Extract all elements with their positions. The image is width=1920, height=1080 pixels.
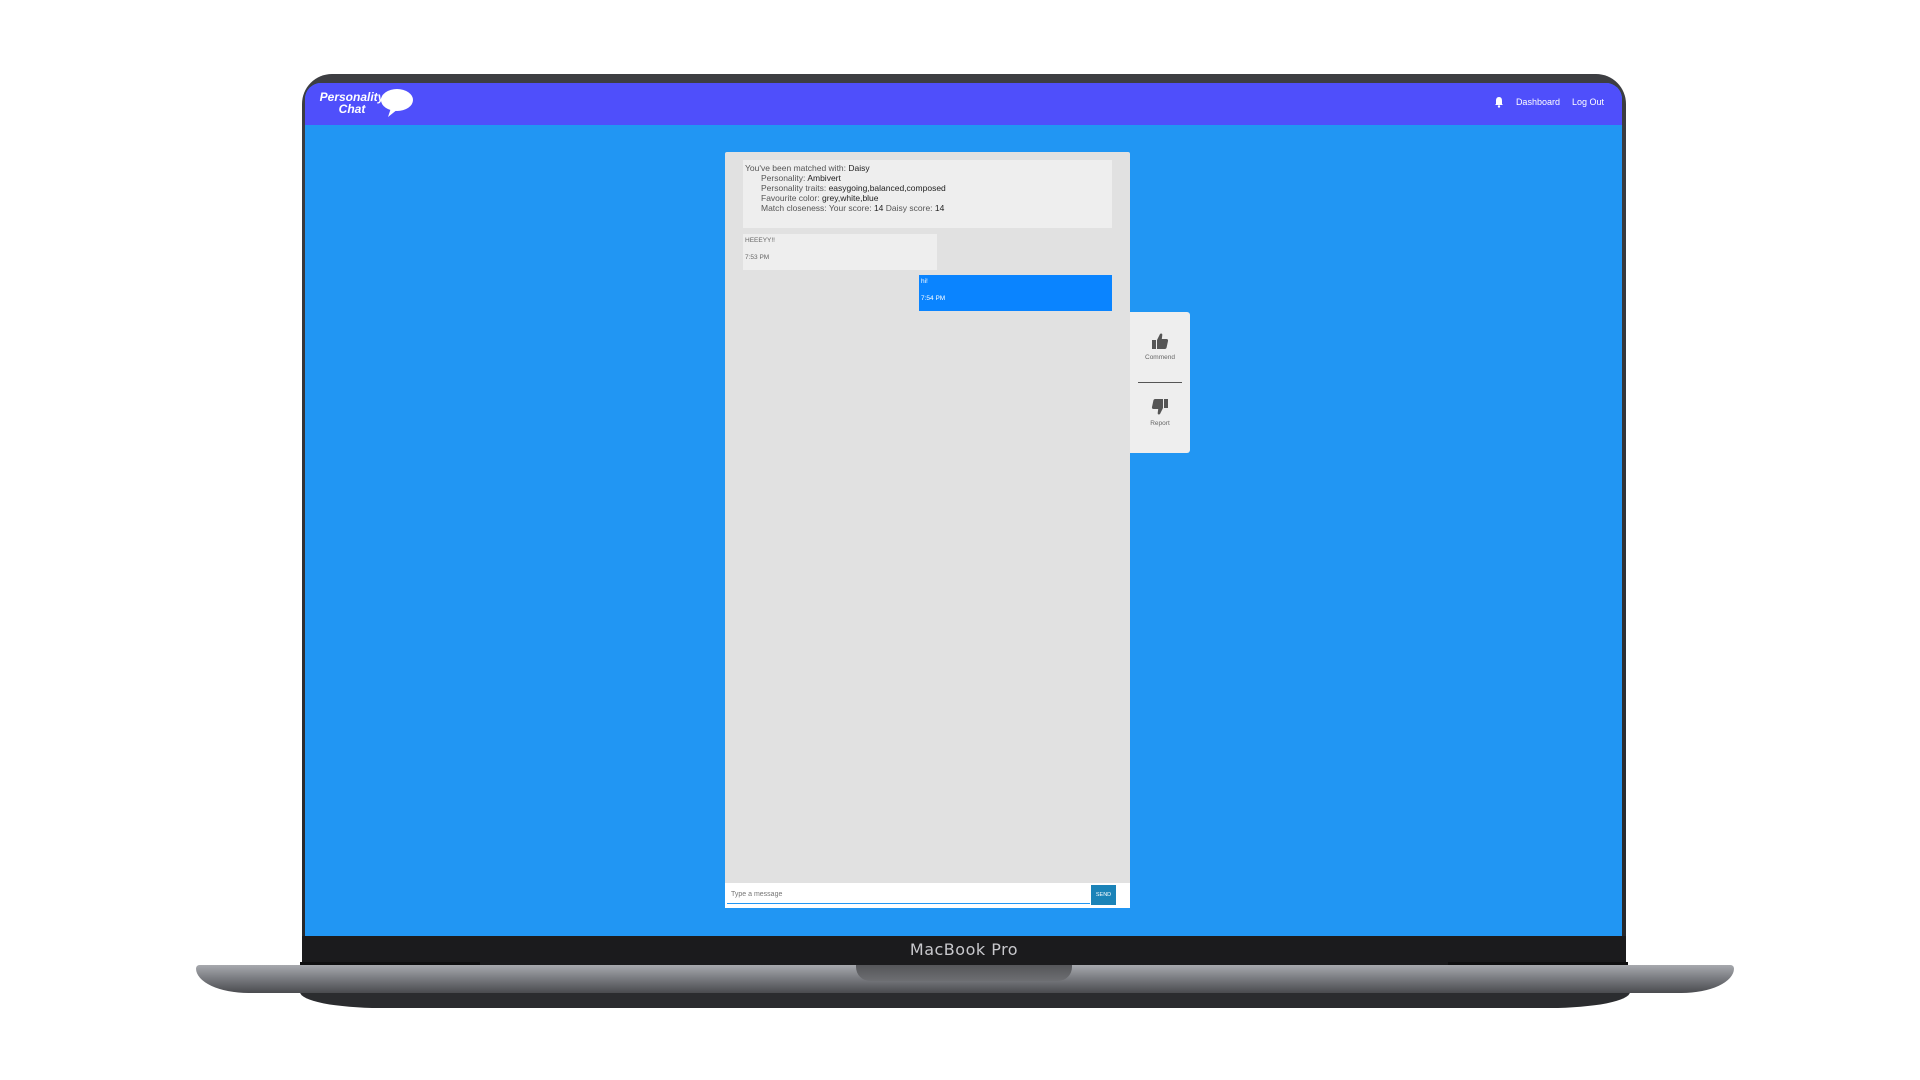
match-intro-line: You've been matched with: Daisy [745, 163, 870, 173]
commend-label: Commend [1145, 354, 1175, 361]
message-outgoing: hi! 7:54 PM [919, 275, 1112, 311]
match-intro: You've been matched with: [745, 163, 847, 173]
message-time: 7:53 PM [745, 254, 770, 261]
nav-links: Dashboard Log Out [1494, 96, 1604, 108]
bell-icon[interactable] [1494, 96, 1504, 108]
traits-value: easygoing,balanced,composed [828, 183, 946, 193]
logo-line-2: Chat [338, 102, 366, 116]
personality-label: Personality: [761, 173, 806, 183]
color-line: Favourite color: grey,white,blue [761, 193, 879, 203]
message-text: hi! [921, 278, 928, 285]
navbar: Personality Chat Dashboard Log Out [305, 83, 1622, 125]
other-score-label: Daisy score: [885, 203, 933, 213]
closeness-label: Match closeness: Your score: [761, 203, 872, 213]
traits-label: Personality traits: [761, 183, 827, 193]
message-composer: SEND [725, 883, 1130, 908]
color-value: grey,white,blue [821, 193, 879, 203]
color-label: Favourite color: [761, 193, 820, 203]
laptop-notch [856, 965, 1072, 981]
thumbs-down-icon [1151, 399, 1168, 415]
dashboard-link[interactable]: Dashboard [1516, 97, 1560, 107]
app-screen: Personality Chat Dashboard Log Out You'v… [305, 83, 1622, 936]
match-info-card: You've been matched with: Daisy Personal… [743, 160, 1112, 228]
personality-value: Ambivert [807, 173, 841, 183]
message-input[interactable] [727, 886, 1090, 904]
feedback-actions: Commend Report [1130, 312, 1190, 453]
other-score: 14 [934, 203, 945, 213]
personality-line: Personality: Ambivert [761, 173, 841, 183]
laptop-base-shadow [300, 992, 1630, 1008]
traits-line: Personality traits: easygoing,balanced,c… [761, 183, 946, 193]
match-name: Daisy [848, 163, 870, 173]
report-label: Report [1150, 420, 1170, 427]
speech-bubble-icon [381, 89, 413, 117]
message-time: 7:54 PM [921, 295, 946, 302]
commend-button[interactable]: Commend [1130, 332, 1190, 361]
laptop-chin: MacBook Pro [302, 936, 1626, 966]
your-score: 14 [873, 203, 884, 213]
send-button[interactable]: SEND [1091, 885, 1116, 905]
thumbs-up-icon [1152, 333, 1169, 349]
report-button[interactable]: Report [1130, 398, 1190, 427]
logout-link[interactable]: Log Out [1572, 97, 1604, 107]
app-logo[interactable]: Personality Chat [319, 87, 429, 123]
chat-panel: You've been matched with: Daisy Personal… [725, 152, 1130, 908]
actions-divider [1138, 382, 1182, 383]
logo-text: Personality Chat [319, 91, 385, 115]
message-incoming: HEEEYY!! 7:53 PM [743, 234, 937, 270]
device-label: MacBook Pro [909, 940, 1019, 959]
closeness-line: Match closeness: Your score: 14 Daisy sc… [761, 203, 944, 213]
message-text: HEEEYY!! [745, 237, 775, 244]
